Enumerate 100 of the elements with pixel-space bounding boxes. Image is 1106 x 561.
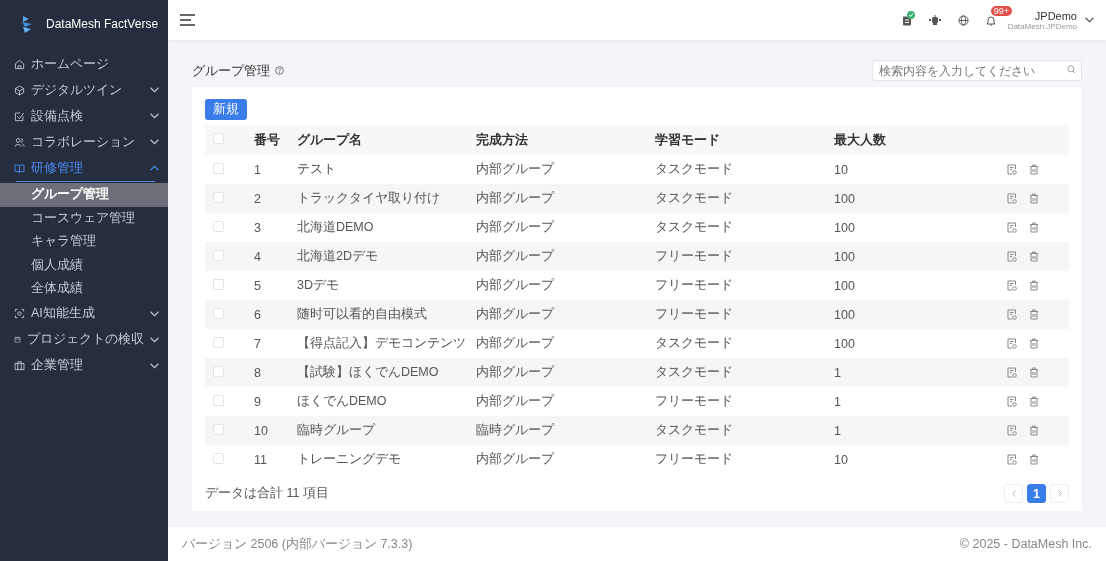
notification-badge: 99+ [990, 5, 1012, 16]
delete-icon[interactable] [1029, 309, 1039, 320]
edit-document-icon[interactable] [1007, 309, 1017, 320]
column-header: 番号 [254, 132, 280, 147]
nav-item[interactable]: 研修管理 [0, 155, 168, 181]
page-title: グループ管理 [192, 61, 270, 80]
edit-document-icon[interactable] [1007, 222, 1017, 233]
checkbox[interactable] [213, 394, 224, 406]
delete-icon[interactable] [1029, 338, 1039, 349]
table-cell: 3Dデモ [297, 278, 339, 292]
edit-document-icon[interactable] [1007, 396, 1017, 407]
home-icon [14, 58, 25, 70]
table-cell: 臨時グループ [476, 423, 554, 437]
nav-subitem[interactable]: コースウェア管理 [0, 206, 168, 230]
edit-document-icon[interactable] [1007, 164, 1017, 175]
copyright-text: © 2025 - DataMesh Inc. [959, 537, 1092, 551]
nav-item[interactable]: AI知能生成 [0, 300, 168, 327]
people-icon [14, 136, 25, 148]
column-header: 最大人数 [834, 132, 886, 147]
edit-document-icon[interactable] [1007, 280, 1017, 291]
bell-icon[interactable] [985, 14, 996, 26]
search-field[interactable]: 検索内容を入力してください [872, 60, 1082, 81]
checkbox[interactable] [213, 365, 224, 377]
column-header: 完成方法 [476, 132, 528, 147]
delete-icon[interactable] [1029, 454, 1039, 465]
checkbox[interactable] [213, 278, 224, 290]
calendar-icon [14, 334, 21, 345]
edit-document-icon[interactable] [1007, 193, 1017, 204]
table-cell: 内部グループ [476, 365, 554, 379]
table-cell: 臨時グループ [297, 423, 375, 437]
help-icon[interactable] [275, 66, 284, 75]
delete-icon[interactable] [1029, 367, 1039, 378]
edit-document-icon[interactable] [1007, 338, 1017, 349]
nav-item[interactable]: 設備点検 [0, 103, 168, 129]
total-count: データは合計 11 項目 [205, 485, 329, 502]
column-header: グループ名 [297, 132, 362, 147]
table-cell: タスクモード [655, 336, 733, 350]
table-cell: 2 [254, 191, 261, 206]
table-cell: タスクモード [655, 162, 733, 176]
table-cell: フリーモード [655, 249, 733, 263]
delete-icon[interactable] [1029, 251, 1039, 262]
delete-icon[interactable] [1029, 396, 1039, 407]
nav-item[interactable]: ホームページ [0, 51, 168, 77]
table-cell: 内部グループ [476, 162, 554, 176]
table-cell: フリーモード [655, 278, 733, 292]
page-button[interactable]: 1 [1027, 484, 1046, 503]
app-name: DataMesh FactVerse [46, 17, 159, 31]
checkbox[interactable] [213, 162, 224, 174]
checkbox[interactable] [213, 307, 224, 319]
checkbox[interactable] [213, 220, 224, 232]
nav-item[interactable]: 企業管理 [0, 352, 168, 379]
table-cell: 内部グループ [476, 307, 554, 321]
table-cell: 9 [254, 394, 261, 409]
checkbox[interactable] [213, 423, 224, 435]
checkbox[interactable] [213, 452, 224, 464]
delete-icon[interactable] [1029, 222, 1039, 233]
nav-item[interactable]: プロジェクトの検収 [0, 326, 168, 353]
checkbox[interactable] [213, 249, 224, 261]
table-cell: 10 [254, 423, 268, 438]
robot-icon[interactable] [928, 15, 941, 25]
delete-icon[interactable] [1029, 280, 1039, 291]
nav-subitem[interactable]: 個人成績 [0, 253, 168, 277]
nav-subitem[interactable]: 全体成績 [0, 277, 168, 301]
table-cell: 内部グループ [476, 249, 554, 263]
table-cell: 8 [254, 365, 261, 380]
edit-document-icon[interactable] [1007, 454, 1017, 465]
chevron-right-icon [1057, 490, 1062, 497]
table-cell: テスト [297, 162, 336, 176]
edit-document-icon[interactable] [1007, 425, 1017, 436]
delete-icon[interactable] [1029, 193, 1039, 204]
table-cell: フリーモード [655, 452, 733, 466]
delete-icon[interactable] [1029, 425, 1039, 436]
search-icon[interactable] [1067, 65, 1076, 74]
table-cell: 内部グループ [476, 452, 554, 466]
table-cell: ほくでんDEMO [297, 394, 387, 408]
chevron-icon [1085, 17, 1094, 23]
checkbox[interactable] [213, 336, 224, 348]
edit-document-icon[interactable] [1007, 251, 1017, 262]
nav-subitem[interactable]: グループ管理 [0, 183, 168, 207]
table-cell: 内部グループ [476, 220, 554, 234]
account-name: DataMesh.JPDemo [1007, 21, 1077, 31]
nav-subitem[interactable]: キャラ管理 [0, 230, 168, 254]
table-cell: 100 [834, 336, 855, 351]
nav-item[interactable]: デジタルツイン [0, 77, 168, 103]
menu-icon[interactable] [180, 14, 196, 26]
book-icon [14, 162, 25, 174]
new-button[interactable]: 新規 [205, 99, 247, 120]
version-text: バージョン 2506 (内部バージョン 7.3.3) [182, 535, 413, 553]
clipboard-icon[interactable] [901, 14, 912, 26]
edit-document-icon[interactable] [1007, 367, 1017, 378]
table-cell: 5 [254, 278, 261, 293]
checklist-icon [14, 110, 25, 122]
delete-icon[interactable] [1029, 164, 1039, 175]
checkbox[interactable] [213, 133, 224, 144]
checkbox[interactable] [213, 191, 224, 203]
table-cell: 10 [834, 452, 848, 467]
globe-icon[interactable] [957, 14, 969, 26]
table-cell: タスクモード [655, 365, 733, 379]
table-cell: 100 [834, 278, 855, 293]
nav-item[interactable]: コラボレーション [0, 129, 168, 155]
